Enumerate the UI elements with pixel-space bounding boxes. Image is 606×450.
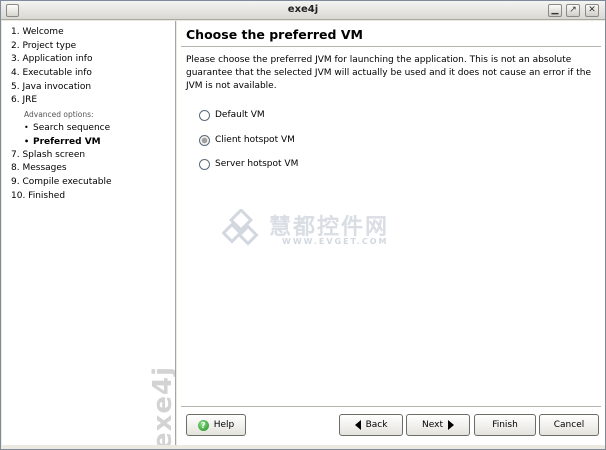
advanced-options-caption: Advanced options: xyxy=(24,110,94,120)
cancel-button[interactable]: Cancel xyxy=(539,414,599,436)
next-button[interactable]: Next xyxy=(406,414,470,436)
radio-button-icon[interactable] xyxy=(199,158,210,170)
cancel-button-label: Cancel xyxy=(553,420,585,430)
maximize-icon[interactable]: ↗ xyxy=(566,4,580,17)
step-finished[interactable]: 10. Finished xyxy=(11,190,112,204)
page-title: Choose the preferred VM xyxy=(186,27,363,42)
radio-label: Server hotspot VM xyxy=(215,159,299,169)
help-button-label: Help xyxy=(213,420,235,430)
step-preferred-vm[interactable]: Preferred VM xyxy=(11,135,112,149)
help-icon: ? xyxy=(197,419,209,431)
minimize-icon[interactable]: ▁ xyxy=(548,4,562,17)
page-description: Please choose the preferred JVM for laun… xyxy=(186,55,591,91)
finish-button-label: Finish xyxy=(492,420,518,430)
back-button[interactable]: Back xyxy=(339,414,403,436)
step-executable-info[interactable]: 4. Executable info xyxy=(11,67,112,81)
watermark: 慧都控件网 WWW.EVGET.COM xyxy=(222,209,412,253)
back-button-label: Back xyxy=(365,420,388,430)
radio-server-hotspot-vm[interactable]: Server hotspot VM xyxy=(199,157,298,171)
watermark-url: WWW.EVGET.COM xyxy=(282,237,389,246)
step-welcome[interactable]: 1. Welcome xyxy=(11,26,112,40)
step-splash-screen[interactable]: 7. Splash screen xyxy=(11,149,112,163)
brand-logo-text: exe4j xyxy=(148,365,176,445)
step-java-invocation[interactable]: 5. Java invocation xyxy=(11,81,112,95)
installer-window: exe4j ▁ ↗ ✕ 1. Welcome 2. Project type 3… xyxy=(0,0,606,450)
radio-label: Default VM xyxy=(215,110,265,120)
radio-label: Client hotspot VM xyxy=(215,135,295,145)
help-button[interactable]: ? Help xyxy=(186,414,246,436)
radio-client-hotspot-vm[interactable]: Client hotspot VM xyxy=(199,133,295,147)
next-button-label: Next xyxy=(422,420,443,430)
step-compile-executable[interactable]: 9. Compile executable xyxy=(11,176,112,190)
finish-button[interactable]: Finish xyxy=(474,414,536,436)
radio-button-icon[interactable] xyxy=(199,134,210,146)
step-application-info[interactable]: 3. Application info xyxy=(11,53,112,67)
wizard-steps-sidebar: 1. Welcome 2. Project type 3. Applicatio… xyxy=(2,21,176,445)
radio-button-icon[interactable] xyxy=(199,109,210,121)
watermark-logo-icon xyxy=(222,209,259,246)
close-icon[interactable]: ✕ xyxy=(585,4,599,17)
step-jre[interactable]: 6. JRE xyxy=(11,94,112,108)
step-search-sequence[interactable]: Search sequence xyxy=(11,121,112,135)
title-bar[interactable]: exe4j ▁ ↗ ✕ xyxy=(1,1,605,20)
arrow-left-icon xyxy=(354,420,361,430)
main-panel: Choose the preferred VM Please choose th… xyxy=(177,21,605,445)
footer-divider xyxy=(181,406,601,407)
heading-divider xyxy=(181,46,601,47)
arrow-right-icon xyxy=(447,420,454,430)
step-messages[interactable]: 8. Messages xyxy=(11,162,112,176)
brand-logo: exe4j xyxy=(142,339,175,445)
radio-default-vm[interactable]: Default VM xyxy=(199,108,265,122)
step-project-type[interactable]: 2. Project type xyxy=(11,40,112,54)
steps-list: 1. Welcome 2. Project type 3. Applicatio… xyxy=(11,26,112,203)
window-title: exe4j xyxy=(287,4,319,15)
